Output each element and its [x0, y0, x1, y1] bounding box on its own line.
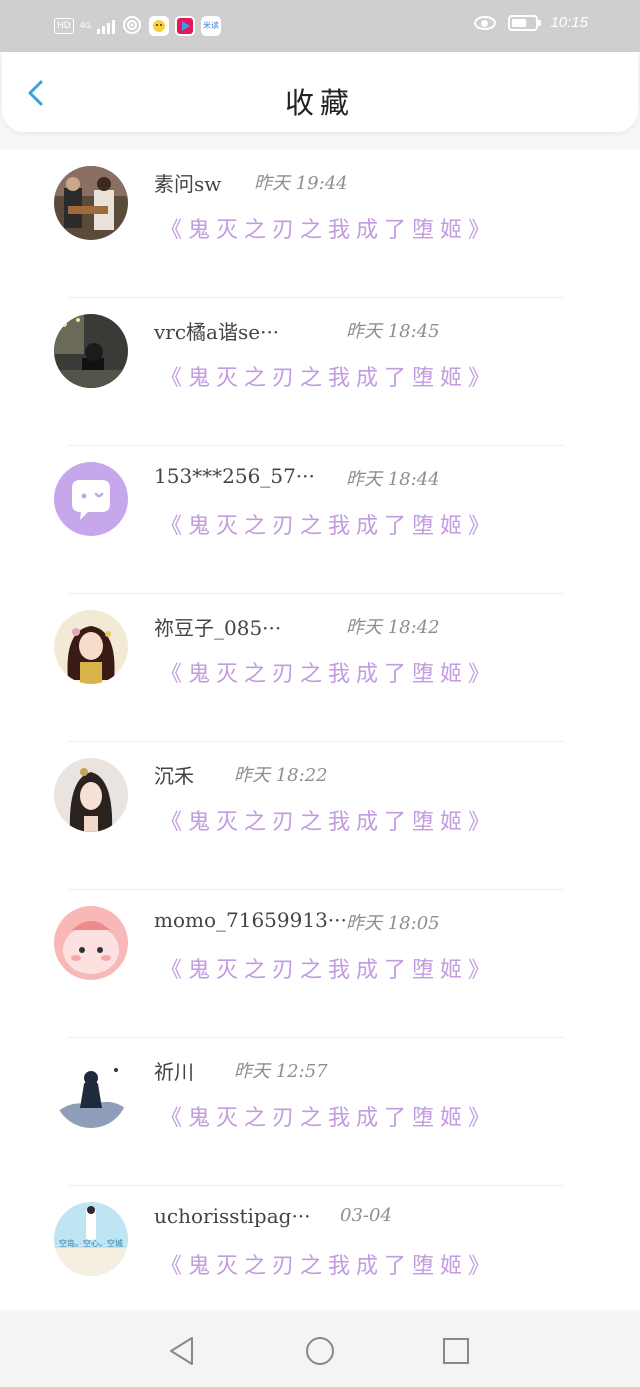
- avatar-caption: 空岛。空心。空城: [59, 1238, 123, 1248]
- timestamp: 昨天 18:22: [234, 765, 328, 786]
- username: 沉禾: [154, 764, 194, 788]
- page-title: 收藏: [284, 86, 355, 120]
- notification-app-icon-1: [149, 16, 169, 36]
- timestamp: 昨天 18:42: [346, 617, 440, 638]
- hd-indicator: HD: [54, 18, 74, 34]
- status-bar: HD 4G 米读 10:15: [0, 0, 640, 52]
- header: 收藏: [2, 52, 638, 132]
- square-recents-icon: [443, 1338, 469, 1364]
- default-avatar-icon: [54, 462, 128, 536]
- timestamp: 昨天 18:44: [346, 469, 440, 490]
- signal-icon: [97, 18, 115, 34]
- timestamp: 昨天 12:57: [234, 1061, 328, 1082]
- wifi-icon: [121, 14, 143, 38]
- avatar[interactable]: [54, 166, 128, 240]
- avatar[interactable]: 空岛。空心。空城: [54, 1202, 128, 1276]
- username: vrc橘a谐se···: [154, 320, 280, 344]
- network-type-label: 4G: [79, 21, 91, 30]
- status-left: HD 4G 米读: [54, 14, 221, 38]
- username: momo_71659913···: [154, 908, 347, 932]
- eye-comfort-icon: [474, 15, 497, 30]
- nav-back-button[interactable]: [166, 1335, 198, 1367]
- circle-home-icon: [306, 1337, 334, 1365]
- status-right: 10:15: [474, 14, 588, 31]
- timestamp: 03-04: [340, 1205, 392, 1226]
- username: 祢豆子_085···: [154, 616, 282, 640]
- book-title[interactable]: 《鬼灭之刃之我成了堕姬》: [160, 952, 496, 984]
- avatar[interactable]: [54, 906, 128, 980]
- list-item[interactable]: 祈川 昨天 12:57 《鬼灭之刃之我成了堕姬》: [0, 1038, 640, 1186]
- timestamp: 昨天 19:44: [254, 173, 348, 194]
- timestamp: 昨天 18:45: [346, 321, 440, 342]
- avatar[interactable]: [54, 610, 128, 684]
- username: 祈川: [154, 1060, 194, 1084]
- triangle-back-icon: [170, 1337, 193, 1365]
- avatar[interactable]: [54, 1054, 128, 1128]
- avatar[interactable]: [54, 462, 128, 536]
- username: uchorisstipag···: [154, 1204, 311, 1228]
- notification-app-icon-2: [175, 16, 195, 36]
- list-item[interactable]: momo_71659913··· 昨天 18:05 《鬼灭之刃之我成了堕姬》: [0, 890, 640, 1038]
- notification-app-icon-3-label: 米读: [203, 21, 219, 30]
- book-title[interactable]: 《鬼灭之刃之我成了堕姬》: [160, 360, 496, 392]
- list-item[interactable]: 153***256_57··· 昨天 18:44 《鬼灭之刃之我成了堕姬》: [0, 446, 640, 594]
- list-item[interactable]: vrc橘a谐se··· 昨天 18:45 《鬼灭之刃之我成了堕姬》: [0, 298, 640, 446]
- battery-icon: [508, 14, 542, 31]
- nav-home-button[interactable]: [304, 1335, 336, 1367]
- avatar[interactable]: [54, 758, 128, 832]
- timestamp: 昨天 18:05: [346, 913, 440, 934]
- system-nav-bar: [0, 1313, 640, 1387]
- status-time: 10:15: [550, 14, 588, 31]
- book-title[interactable]: 《鬼灭之刃之我成了堕姬》: [160, 508, 496, 540]
- list-item[interactable]: 祢豆子_085··· 昨天 18:42 《鬼灭之刃之我成了堕姬》: [0, 594, 640, 742]
- username: 153***256_57···: [154, 464, 315, 488]
- avatar[interactable]: [54, 314, 128, 388]
- book-title[interactable]: 《鬼灭之刃之我成了堕姬》: [160, 656, 496, 688]
- list-item[interactable]: 沉禾 昨天 18:22 《鬼灭之刃之我成了堕姬》: [0, 742, 640, 890]
- username: 素问sw: [154, 172, 222, 196]
- book-title[interactable]: 《鬼灭之刃之我成了堕姬》: [160, 1248, 496, 1280]
- list-item[interactable]: 素问sw 昨天 19:44 《鬼灭之刃之我成了堕姬》: [0, 150, 640, 298]
- book-title[interactable]: 《鬼灭之刃之我成了堕姬》: [160, 1100, 496, 1132]
- favorites-list: 素问sw 昨天 19:44 《鬼灭之刃之我成了堕姬》 vrc橘a谐se··· 昨…: [0, 150, 640, 1310]
- notification-app-icon-3: 米读: [201, 16, 221, 36]
- book-title[interactable]: 《鬼灭之刃之我成了堕姬》: [160, 212, 496, 244]
- list-item[interactable]: 空岛。空心。空城 uchorisstipag··· 03-04 《鬼灭之刃之我成…: [0, 1186, 640, 1334]
- nav-recents-button[interactable]: [440, 1335, 472, 1367]
- book-title[interactable]: 《鬼灭之刃之我成了堕姬》: [160, 804, 496, 836]
